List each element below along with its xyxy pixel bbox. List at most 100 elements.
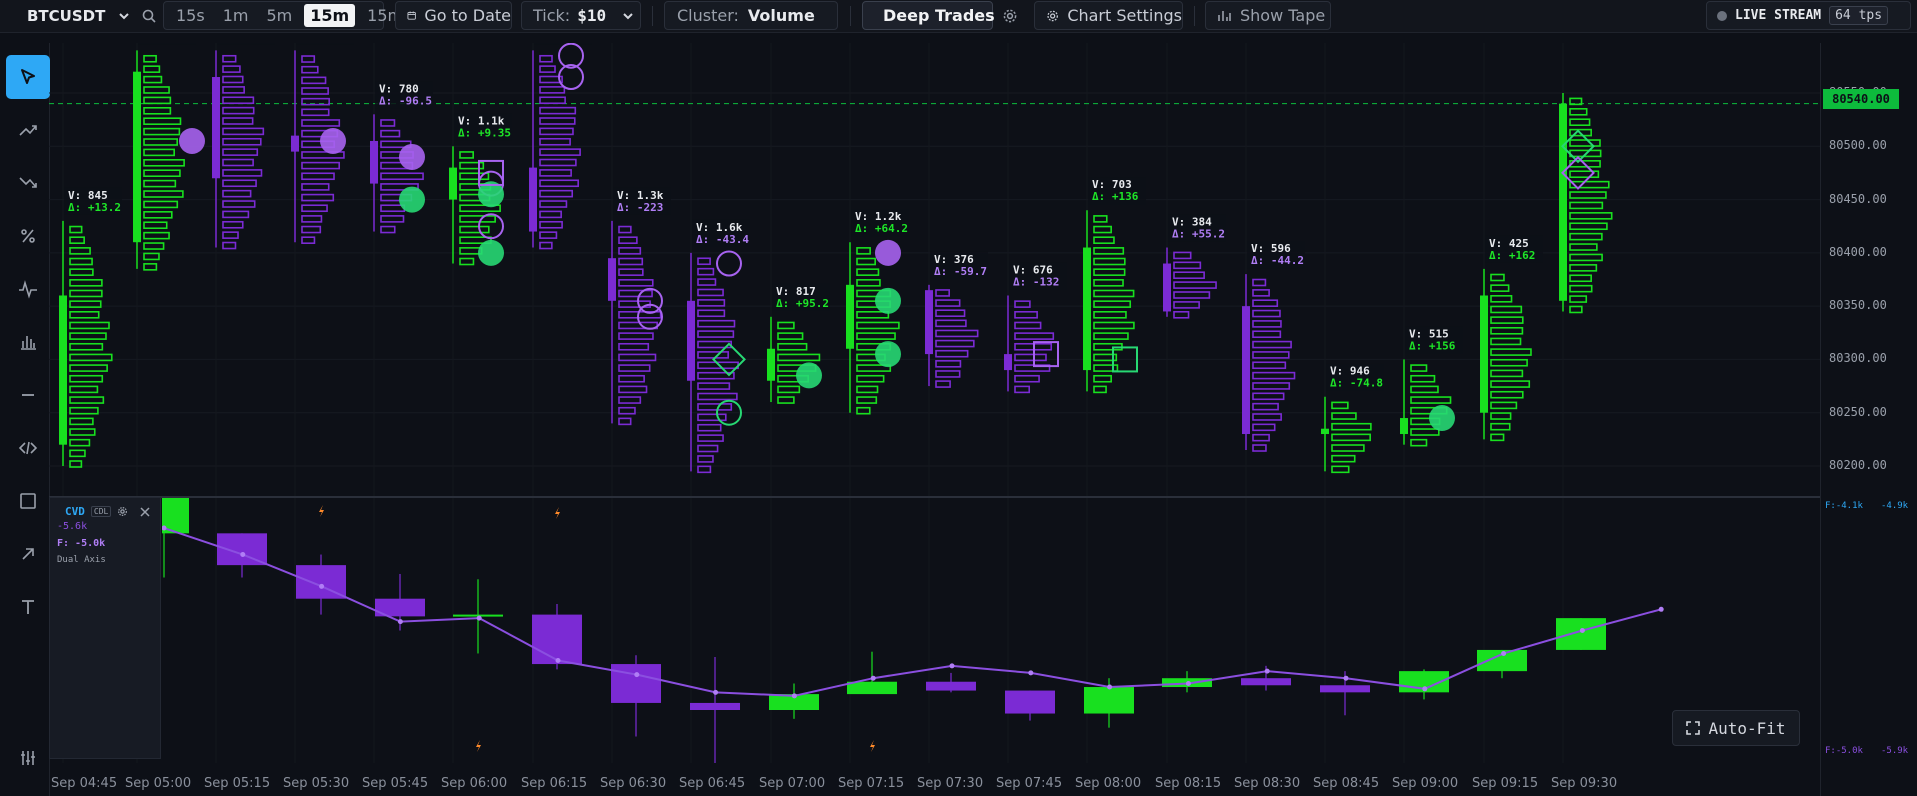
cvd-mode-badge[interactable]: CDL <box>90 506 112 517</box>
candle-body <box>1083 247 1091 371</box>
volume-cluster-bar <box>618 268 644 276</box>
current-price-value: 80540.00 <box>1832 92 1890 106</box>
auto-fit-label: Auto-Fit <box>1708 718 1786 738</box>
candle-body <box>767 348 775 381</box>
timeframe-1m[interactable]: 1m <box>217 4 255 27</box>
volume-cluster-bar <box>301 76 327 85</box>
timeframe-15m[interactable]: 15m <box>304 4 356 27</box>
arrow-tool[interactable] <box>6 532 50 576</box>
volume-cluster-bar <box>777 342 808 351</box>
volume-cluster-bar <box>1014 385 1031 394</box>
volume-cluster-bar <box>1252 361 1287 370</box>
volume-cluster-bar <box>1569 232 1603 241</box>
volume-cluster-bar <box>1173 261 1202 270</box>
volume-cluster-bar <box>1093 321 1135 330</box>
volume-cluster-bar <box>143 179 177 188</box>
time-axis-label: Sep 06:15 <box>521 776 587 791</box>
price-axis-label: 80450.00 <box>1829 191 1887 206</box>
volume-cluster-bar <box>222 231 239 239</box>
timeframe-5m[interactable]: 5m <box>260 4 298 27</box>
pulse-tool[interactable] <box>6 267 50 311</box>
volume-cluster-bar <box>301 215 323 223</box>
close-icon[interactable] <box>140 506 150 517</box>
volume-cluster-bar <box>539 179 579 188</box>
volume-cluster-bar <box>1093 332 1129 340</box>
cvd-axis-bottom-f: F:-5.0k <box>1825 746 1863 756</box>
trend-up-tool[interactable] <box>6 108 50 152</box>
time-axis-label: Sep 06:45 <box>679 776 745 791</box>
candle-delta-label: Δ: +55.2 <box>1172 228 1225 241</box>
volume-cluster-bar <box>1252 423 1276 432</box>
volume-cluster-bar <box>380 172 424 181</box>
volume-cluster-bar <box>222 210 250 219</box>
candle-delta-label: Δ: +156 <box>1409 339 1456 352</box>
cvd-candle-body <box>611 664 661 703</box>
volume-cluster-bar <box>222 106 255 115</box>
volume-cluster-bar <box>1569 274 1592 283</box>
cvd-line-point <box>1422 686 1428 692</box>
horizontal-line-tool[interactable] <box>6 373 50 417</box>
code-range-tool[interactable] <box>6 426 50 470</box>
volume-cluster-bar <box>1331 444 1365 452</box>
volume-cluster-bar <box>1569 253 1603 262</box>
histogram-tool[interactable] <box>6 320 50 364</box>
volume-cluster-bar <box>1093 268 1126 276</box>
volume-cluster-bar <box>143 54 157 63</box>
chart-canvas[interactable]: V: 845Δ: +13.2V: 1.2kΔ: +270V: 724Δ: -18… <box>49 43 1869 796</box>
text-tool[interactable] <box>6 585 50 629</box>
symbol-selector[interactable]: BTCUSDT <box>1 1 156 30</box>
bar-chart-icon <box>1218 11 1231 21</box>
volume-cluster-bar <box>1173 271 1205 280</box>
cvd-line-point <box>162 525 167 531</box>
volume-cluster-bar <box>1014 310 1038 319</box>
volume-cluster-bar <box>301 97 330 106</box>
chevron-down-icon <box>623 12 633 19</box>
deep-trades-toggle[interactable]: Deep Trades <box>862 1 995 30</box>
timeframe-15s[interactable]: 15s <box>170 4 211 27</box>
time-axis-label: Sep 09:30 <box>1551 776 1617 791</box>
show-tape-label: Show Tape <box>1240 6 1326 25</box>
search-icon[interactable] <box>141 8 157 24</box>
auto-fit-button[interactable]: Auto-Fit <box>1672 710 1800 746</box>
volume-cluster-bar <box>1490 369 1524 378</box>
volume-cluster-bar <box>856 257 876 266</box>
volume-cluster-bar <box>539 137 571 146</box>
cvd-line-point <box>240 552 246 558</box>
volume-cluster-bar <box>69 342 104 351</box>
candle-delta-label: Δ: -43.4 <box>696 233 749 246</box>
deep-trades-settings-button[interactable] <box>996 1 1024 30</box>
goto-date-button[interactable]: Go to Date <box>395 1 512 30</box>
volume-cluster-bar <box>301 236 316 244</box>
percent-tool[interactable] <box>6 214 50 258</box>
price-axis-label: 80200.00 <box>1829 458 1887 472</box>
gear-icon[interactable] <box>117 506 128 517</box>
candle-delta-label: Δ: -74.8 <box>1330 377 1383 390</box>
cvd-candle-body <box>1556 618 1606 650</box>
price-axis[interactable]: 80550.0080500.0080450.0080400.0080350.00… <box>1820 43 1917 796</box>
rectangle-tool[interactable] <box>6 479 50 523</box>
tps-badge: 64 tps <box>1829 6 1889 25</box>
volume-cluster-bar <box>935 370 961 378</box>
show-tape-button[interactable]: Show Tape <box>1205 1 1331 30</box>
volume-cluster-bar <box>697 423 722 432</box>
trade-ring <box>716 250 742 277</box>
cursor-tool[interactable] <box>6 55 50 99</box>
trade-bubble <box>875 341 901 368</box>
candle-delta-label: Δ: -44.2 <box>1251 254 1304 267</box>
drawing-toolbar <box>0 43 50 796</box>
volume-cluster-bar <box>539 231 558 239</box>
chart-settings-button[interactable]: Chart Settings <box>1034 1 1183 30</box>
expand-icon <box>1686 721 1701 735</box>
volume-cluster-bar <box>1093 374 1112 383</box>
indicators-settings-tool[interactable] <box>6 740 50 776</box>
volume-cluster-bar <box>1490 433 1505 442</box>
volume-cluster-bar <box>935 339 975 348</box>
volume-cluster-bar <box>539 210 562 219</box>
cluster-select[interactable]: Cluster: Volume <box>664 1 838 30</box>
volume-cluster-bar <box>856 385 879 394</box>
current-price-tag: 80540.00 <box>1823 89 1899 109</box>
chart-area[interactable]: V: 845Δ: +13.2V: 1.2kΔ: +270V: 724Δ: -18… <box>49 43 1869 796</box>
volume-cluster-bar <box>539 117 576 125</box>
tick-size-select[interactable]: Tick: $10 <box>521 1 641 30</box>
trend-down-tool[interactable] <box>6 161 50 205</box>
